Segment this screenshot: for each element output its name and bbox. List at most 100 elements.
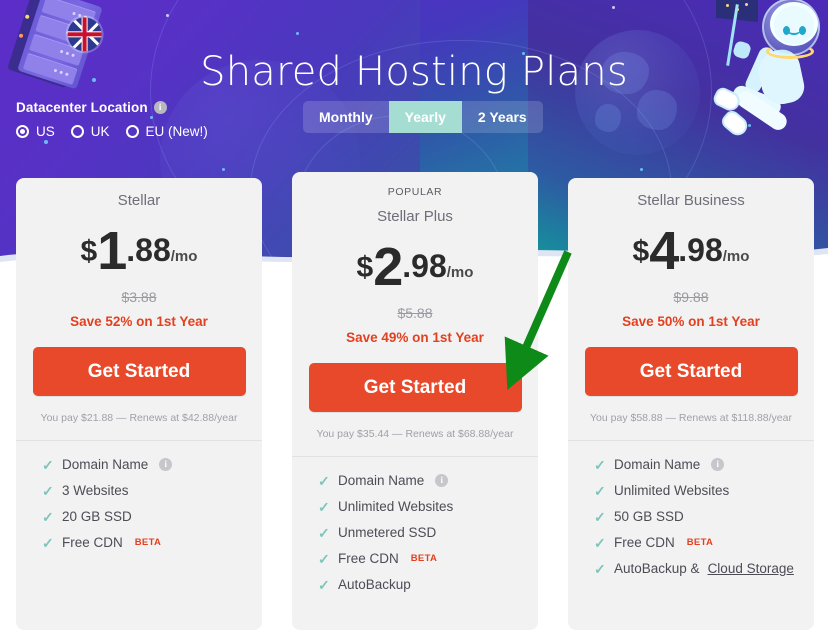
star-dot (612, 6, 615, 9)
price-whole: 2 (373, 237, 403, 297)
datacenter-location-selector: Datacenter Location i US UK EU (New!) (16, 100, 208, 139)
datacenter-option-eu[interactable]: EU (New!) (125, 124, 208, 139)
beta-badge: BETA (134, 537, 162, 548)
feature-label: Domain Name (338, 473, 425, 488)
price-cents: .88 (126, 232, 171, 268)
plan-name: Stellar (117, 192, 161, 209)
datacenter-option-us-label: US (36, 124, 55, 139)
check-icon: ✓ (318, 550, 330, 567)
check-icon: ✓ (594, 534, 606, 551)
feature-item: ✓ 50 GB SSD (594, 509, 814, 524)
star-dot (222, 168, 225, 171)
plan-features: ✓ Domain Name i ✓ Unlimited Websites ✓ U… (292, 457, 538, 592)
feature-item: ✓ Unlimited Websites (318, 499, 538, 514)
feature-item: ✓ Free CDN BETA (318, 551, 538, 566)
price-period: /mo (722, 248, 750, 265)
info-icon[interactable]: i (159, 458, 173, 471)
feature-label: Unlimited Websites (614, 483, 730, 498)
plan-price: $ 4 .98 /mo (568, 221, 814, 283)
plan-savings: Save 50% on 1st Year (622, 314, 760, 329)
get-started-button-stellar-plus[interactable]: Get Started (308, 363, 522, 412)
plan-old-price: $5.88 (397, 305, 433, 321)
billing-tab-monthly[interactable]: Monthly (303, 101, 389, 133)
plan-features: ✓ Domain Name i ✓ 3 Websites ✓ 20 GB SSD… (16, 441, 262, 550)
info-icon[interactable]: i (153, 101, 167, 114)
feature-label: 20 GB SSD (62, 509, 132, 524)
check-icon: ✓ (318, 472, 330, 489)
feature-item: ✓ 20 GB SSD (42, 509, 262, 524)
price-currency: $ (632, 235, 650, 268)
info-icon[interactable]: i (711, 458, 725, 471)
plan-features: ✓ Domain Name i ✓ Unlimited Websites ✓ 5… (568, 441, 814, 576)
datacenter-option-us[interactable]: US (16, 124, 55, 139)
check-icon: ✓ (42, 456, 54, 473)
plan-price: $ 1 .88 /mo (16, 221, 262, 283)
get-started-button-stellar-business[interactable]: Get Started (584, 347, 798, 396)
feature-item: ✓ Free CDN BETA (42, 535, 262, 550)
pricing-card-stellar[interactable]: Stellar $ 1 .88 /mo $3.88 Save 52% on 1s… (16, 178, 262, 630)
billing-tab-yearly[interactable]: Yearly (388, 101, 462, 133)
plan-savings: Save 52% on 1st Year (70, 314, 208, 329)
check-icon: ✓ (42, 508, 54, 525)
feature-item: ✓ Domain Name i (42, 457, 262, 472)
plan-renewal-note: You pay $21.88 — Renews at $42.88/year (40, 412, 238, 424)
cloud-storage-link[interactable]: Cloud Storage (708, 561, 794, 576)
plan-name: Stellar Plus (377, 208, 453, 225)
beta-badge: BETA (686, 537, 714, 548)
price-period: /mo (170, 248, 198, 265)
price-whole: 1 (97, 221, 127, 281)
pricing-card-stellar-business[interactable]: Stellar Business $ 4 .98 /mo $9.88 Save … (568, 178, 814, 630)
radio-icon-eu[interactable] (125, 125, 139, 138)
datacenter-option-eu-label: EU (New!) (145, 124, 208, 139)
feature-label: Free CDN (614, 535, 675, 550)
datacenter-location-label: Datacenter Location i (16, 100, 208, 115)
page-title: Shared Hosting Plans (200, 48, 628, 95)
datacenter-option-uk-label: UK (90, 124, 110, 139)
price-currency: $ (80, 235, 98, 268)
feature-label: Unlimited Websites (338, 499, 454, 514)
price-whole: 4 (649, 221, 679, 281)
plan-old-price: $3.88 (121, 289, 157, 305)
star-dot (640, 168, 643, 171)
feature-label: 3 Websites (62, 483, 129, 498)
price-period: /mo (446, 264, 474, 281)
feature-item: ✓ AutoBackup (318, 577, 538, 592)
price-currency: $ (356, 251, 374, 284)
star-dot (166, 14, 169, 17)
check-icon: ✓ (318, 498, 330, 515)
check-icon: ✓ (42, 482, 54, 499)
star-dot (296, 32, 299, 35)
feature-item: ✓ Domain Name i (594, 457, 814, 472)
price-cents: .98 (402, 248, 447, 284)
info-icon[interactable]: i (435, 474, 449, 487)
feature-label: Domain Name (62, 457, 149, 472)
popular-badge: POPULAR (387, 186, 443, 198)
feature-item: ✓ Unlimited Websites (594, 483, 814, 498)
check-icon: ✓ (594, 508, 606, 525)
price-cents: .98 (678, 232, 723, 268)
plan-savings: Save 49% on 1st Year (346, 330, 484, 345)
pricing-card-stellar-plus[interactable]: POPULAR Stellar Plus $ 2 .98 /mo $5.88 S… (292, 172, 538, 630)
feature-label: 50 GB SSD (614, 509, 684, 524)
plan-renewal-note: You pay $35.44 — Renews at $68.88/year (316, 428, 514, 440)
get-started-button-stellar[interactable]: Get Started (32, 347, 246, 396)
feature-label: AutoBackup & (614, 561, 700, 576)
feature-item: ✓ Free CDN BETA (594, 535, 814, 550)
plan-price: $ 2 .98 /mo (292, 237, 538, 299)
feature-label: Domain Name (614, 457, 701, 472)
datacenter-location-text: Datacenter Location (16, 100, 148, 115)
radio-icon-uk[interactable] (70, 125, 84, 138)
check-icon: ✓ (594, 482, 606, 499)
uk-flag-icon (67, 17, 102, 52)
billing-tab-2years[interactable]: 2 Years (462, 101, 543, 133)
feature-label: Unmetered SSD (338, 525, 437, 540)
check-icon: ✓ (594, 456, 606, 473)
check-icon: ✓ (318, 576, 330, 593)
plan-renewal-note: You pay $58.88 — Renews at $118.88/year (590, 412, 792, 424)
feature-item: ✓ 3 Websites (42, 483, 262, 498)
radio-icon-us[interactable] (16, 125, 29, 138)
feature-item: ✓ AutoBackup & Cloud Storage (594, 561, 814, 576)
star-dot (44, 140, 48, 144)
check-icon: ✓ (594, 560, 606, 577)
datacenter-option-uk[interactable]: UK (70, 124, 110, 139)
